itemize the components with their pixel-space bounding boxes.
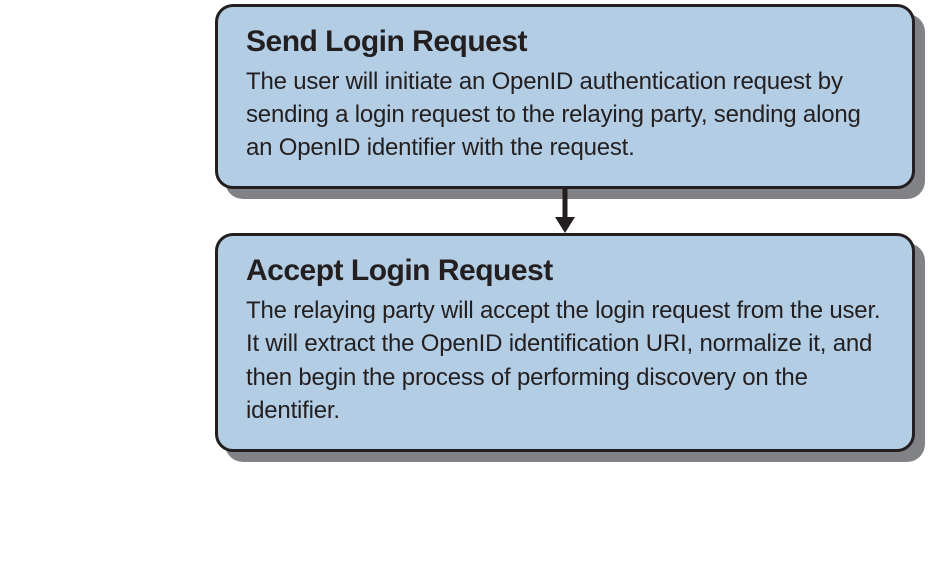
flow-step-accept-login: Accept Login Request The relaying party … xyxy=(215,233,915,451)
arrow-head-icon xyxy=(555,217,575,233)
step-title: Send Login Request xyxy=(246,25,884,59)
flow-step-send-login: Send Login Request The user will initiat… xyxy=(215,4,915,189)
step-body: The user will initiate an OpenID authent… xyxy=(246,65,884,164)
flowchart-diagram: Send Login Request The user will initiat… xyxy=(215,4,915,452)
arrow-line xyxy=(563,187,568,221)
flow-step-2-wrapper: Accept Login Request The relaying party … xyxy=(215,233,915,451)
step-body: The relaying party will accept the login… xyxy=(246,294,884,426)
step-title: Accept Login Request xyxy=(246,254,884,288)
flow-step-1-wrapper: Send Login Request The user will initiat… xyxy=(215,4,915,189)
flow-arrow xyxy=(215,189,915,233)
